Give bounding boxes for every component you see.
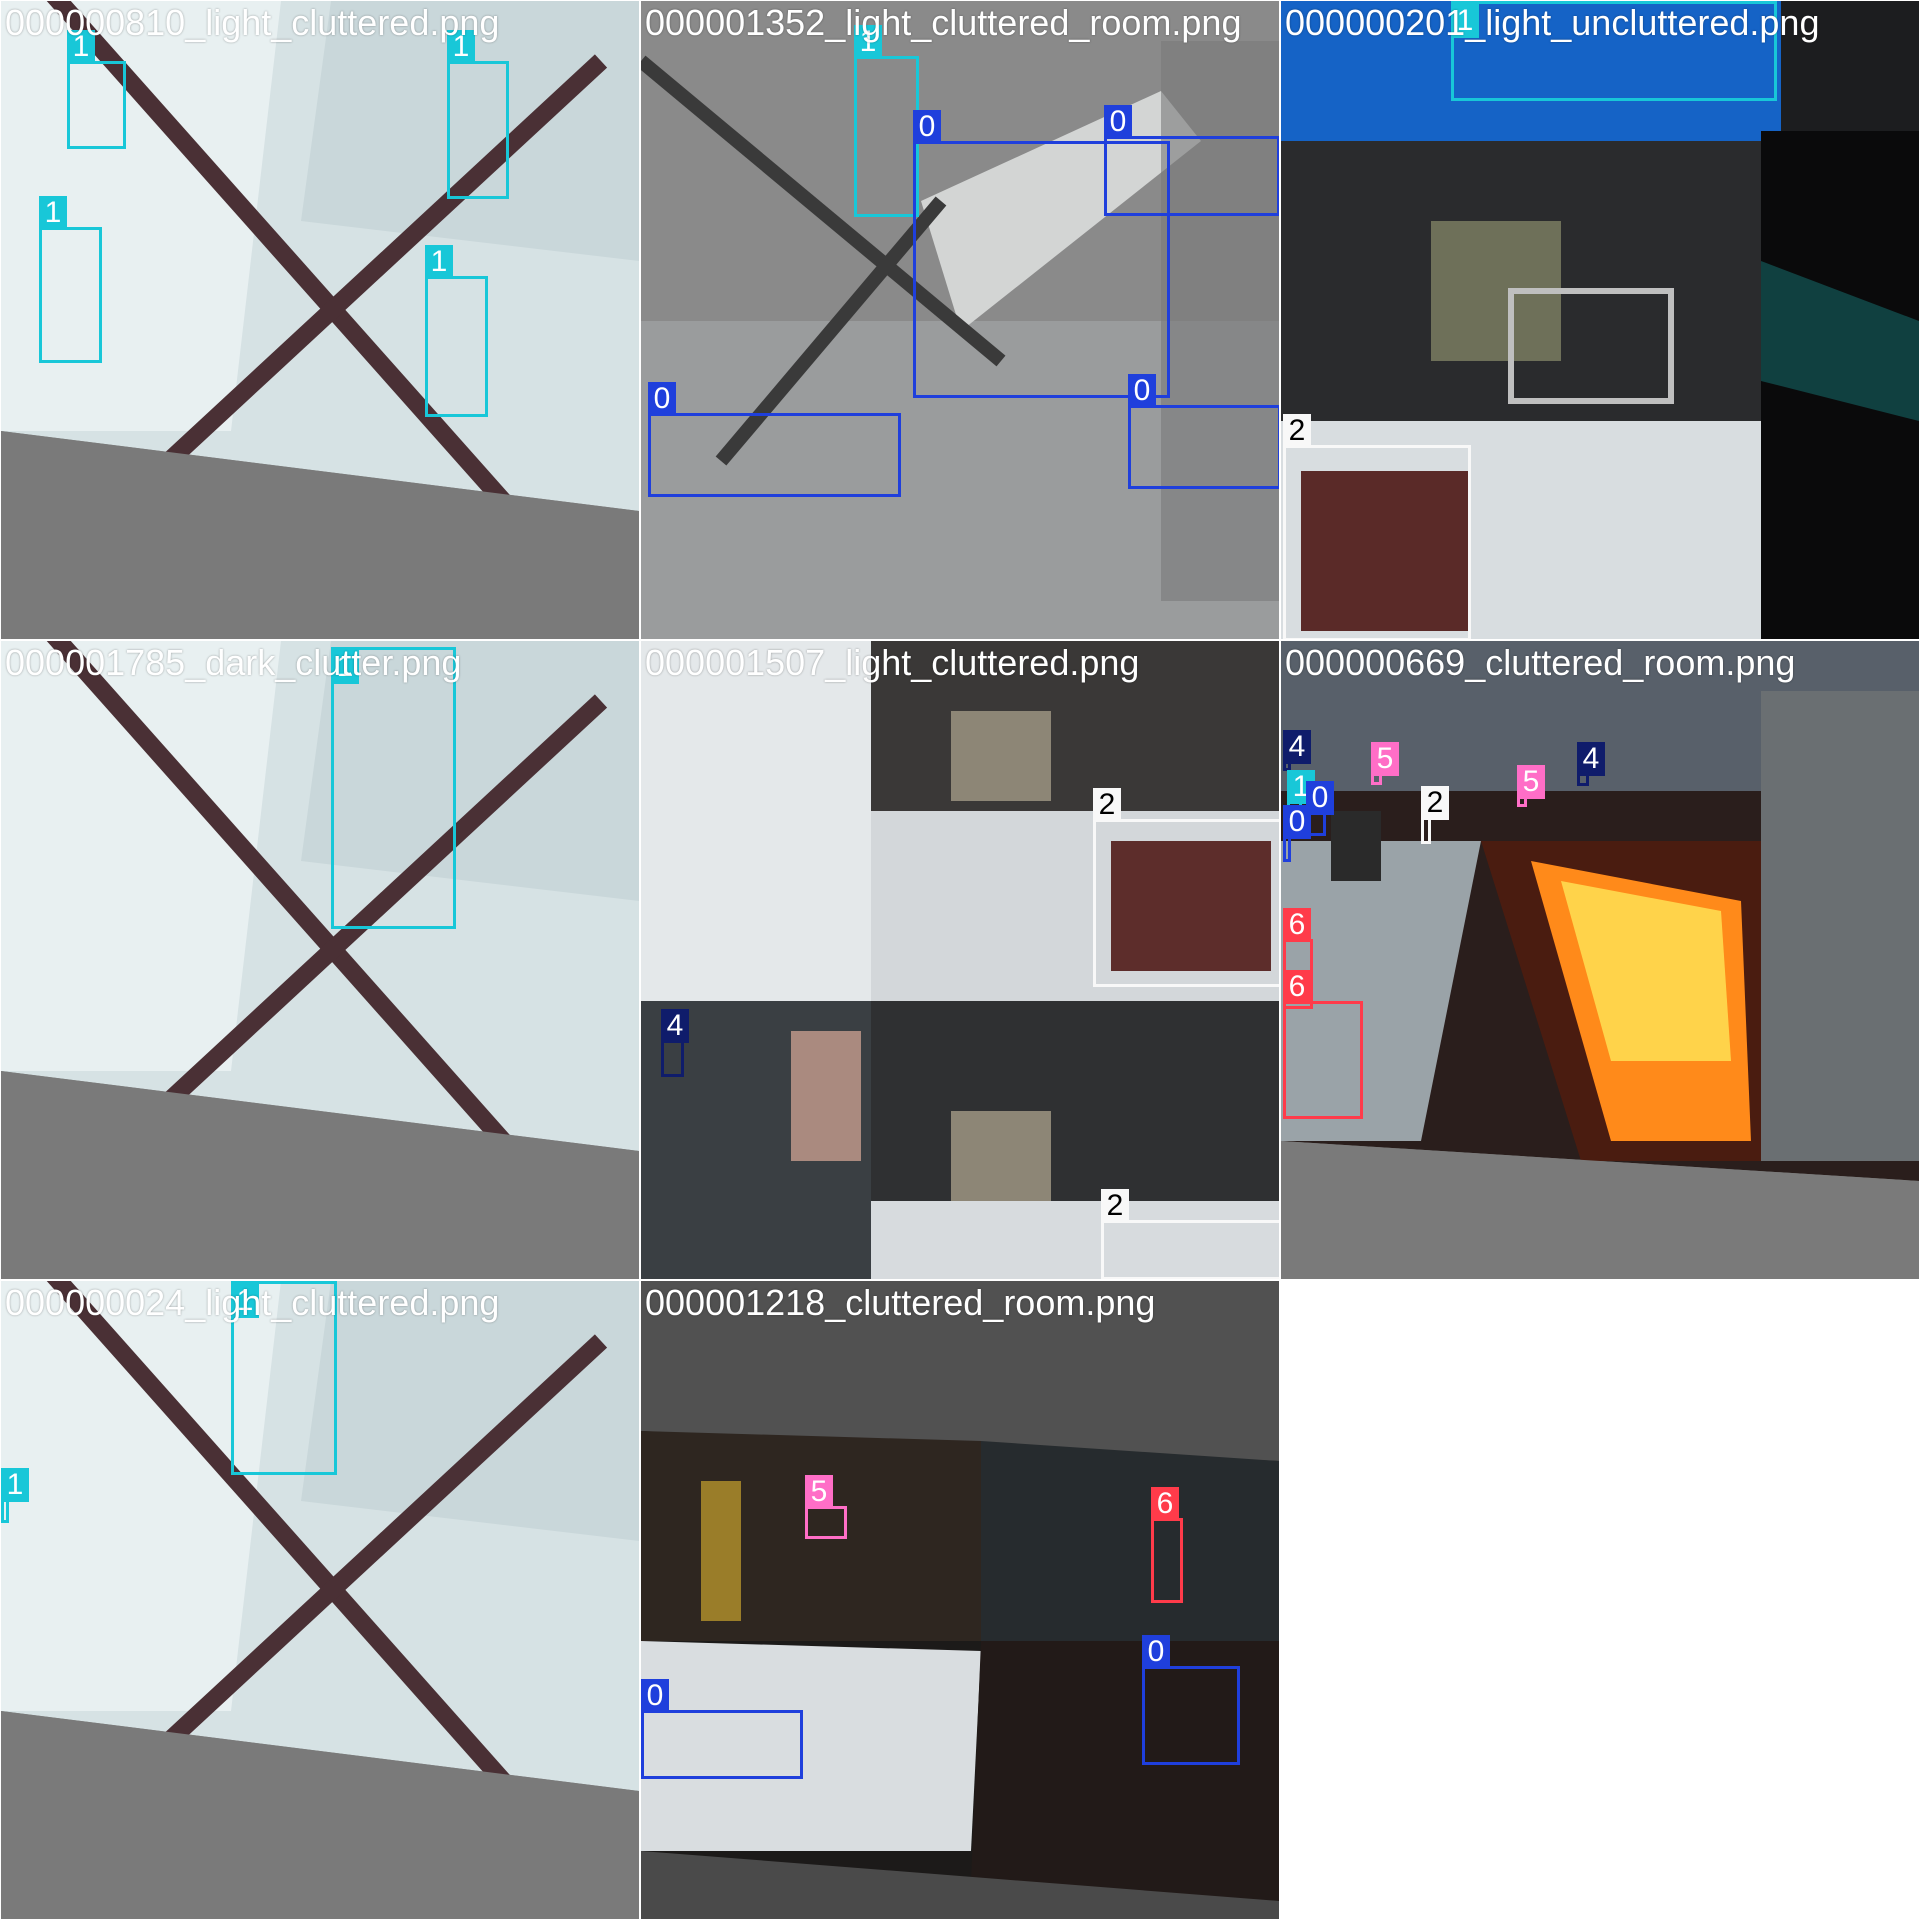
bounding-box-class-5: 5 xyxy=(1371,742,1399,785)
scene-photo xyxy=(641,1281,1279,1919)
scene-photo xyxy=(1281,641,1919,1279)
tile-filename: 000000024_light_cluttered.png xyxy=(5,1282,500,1323)
box-class-label: 1 xyxy=(1,1468,29,1502)
box-class-label: 2 xyxy=(1283,414,1311,448)
bounding-box-class-5: 5 xyxy=(1517,765,1545,807)
bounding-box-class-0: 0 xyxy=(1142,1635,1240,1765)
box-class-label: 2 xyxy=(1093,788,1121,822)
box-class-label: 4 xyxy=(1577,742,1605,776)
tile-000001785: 000001785_dark_clutter.png 1 xyxy=(1,641,639,1279)
box-class-label: 0 xyxy=(913,110,941,144)
bounding-box-class-0: 0 xyxy=(648,382,901,497)
tile-filename: 000001785_dark_clutter.png xyxy=(5,642,462,683)
tile-filename: 000000669_cluttered_room.png xyxy=(1285,642,1796,683)
box-class-label: 1 xyxy=(39,196,67,230)
tile-000000810: 000000810_light_cluttered.png 1 1 1 1 xyxy=(1,1,639,639)
bounding-box-class-1: 1 xyxy=(425,245,488,417)
bounding-box-class-6: 6 xyxy=(1283,970,1363,1119)
box-class-label: 6 xyxy=(1151,1487,1179,1521)
bounding-box-class-2: 2 xyxy=(1421,786,1449,844)
bounding-box-class-0: 0 xyxy=(1128,374,1279,489)
bounding-box-class-1: 1 xyxy=(67,30,126,149)
tile-000000669: 000000669_cluttered_room.png 4 5 5 4 1 0 0 2 6 6 xyxy=(1281,641,1919,1279)
tile-000000201: 000000201_light_uncluttered.png 1 2 xyxy=(1281,1,1919,639)
box-class-label: 0 xyxy=(1306,781,1334,815)
bounding-box-class-4: 4 xyxy=(1577,742,1605,786)
box-class-label: 0 xyxy=(1104,105,1132,139)
tile-filename: 000000201_light_uncluttered.png xyxy=(1285,2,1820,43)
box-class-label: 0 xyxy=(641,1679,669,1713)
scene-photo xyxy=(1,641,639,1279)
box-class-label: 4 xyxy=(661,1009,689,1043)
bounding-box-class-1: 1 xyxy=(39,196,102,363)
tile-filename: 000001507_light_cluttered.png xyxy=(645,642,1140,683)
box-class-label: 0 xyxy=(648,382,676,416)
bounding-box-class-1: 1 xyxy=(854,25,919,217)
bounding-box-class-2: 2 xyxy=(1101,1189,1279,1279)
bounding-box-class-0: 0 xyxy=(641,1679,803,1779)
tile-000001218: 000001218_cluttered_room.png 5 6 0 0 xyxy=(641,1281,1279,1919)
bounding-box-class-1: 1 xyxy=(1,1468,29,1523)
bounding-box-class-0: 0 xyxy=(1283,805,1311,862)
bounding-box-class-0: 0 xyxy=(1306,781,1334,836)
bounding-box-class-2: 2 xyxy=(1093,788,1279,987)
tile-000001507: 000001507_light_cluttered.png 2 4 2 xyxy=(641,641,1279,1279)
mosaic-grid: 000000810_light_cluttered.png 1 1 1 1 000001… xyxy=(0,0,1920,1920)
box-class-label: 0 xyxy=(1142,1635,1170,1669)
box-class-label: 2 xyxy=(1421,786,1449,820)
bounding-box-class-1: 1 xyxy=(447,30,509,199)
bounding-box-class-6: 6 xyxy=(1151,1487,1183,1603)
box-class-label: 6 xyxy=(1283,908,1311,942)
tile-filename: 000000810_light_cluttered.png xyxy=(5,2,500,43)
box-class-label: 2 xyxy=(1101,1189,1129,1223)
bounding-box-class-1: 1 xyxy=(331,647,456,929)
tile-filename: 000001352_light_cluttered_room.png xyxy=(645,2,1242,43)
tile-000001352: 000001352_light_cluttered_room.png 1 0 0 0 0 xyxy=(641,1,1279,639)
bounding-box-class-5: 5 xyxy=(805,1475,847,1539)
box-class-label: 4 xyxy=(1283,730,1311,764)
box-class-label: 5 xyxy=(1517,765,1545,799)
box-class-label: 5 xyxy=(805,1475,833,1509)
bounding-box-class-2: 2 xyxy=(1283,414,1471,639)
tile-filename: 000001218_cluttered_room.png xyxy=(645,1282,1156,1323)
box-class-label: 1 xyxy=(425,245,453,279)
bounding-box-class-0: 0 xyxy=(1104,105,1279,216)
box-class-label: 5 xyxy=(1371,742,1399,776)
box-class-label: 6 xyxy=(1283,970,1311,1004)
tile-000000024: 000000024_light_cluttered.png 1 1 xyxy=(1,1281,639,1919)
bounding-box-class-4: 4 xyxy=(661,1009,689,1077)
box-class-label: 0 xyxy=(1128,374,1156,408)
